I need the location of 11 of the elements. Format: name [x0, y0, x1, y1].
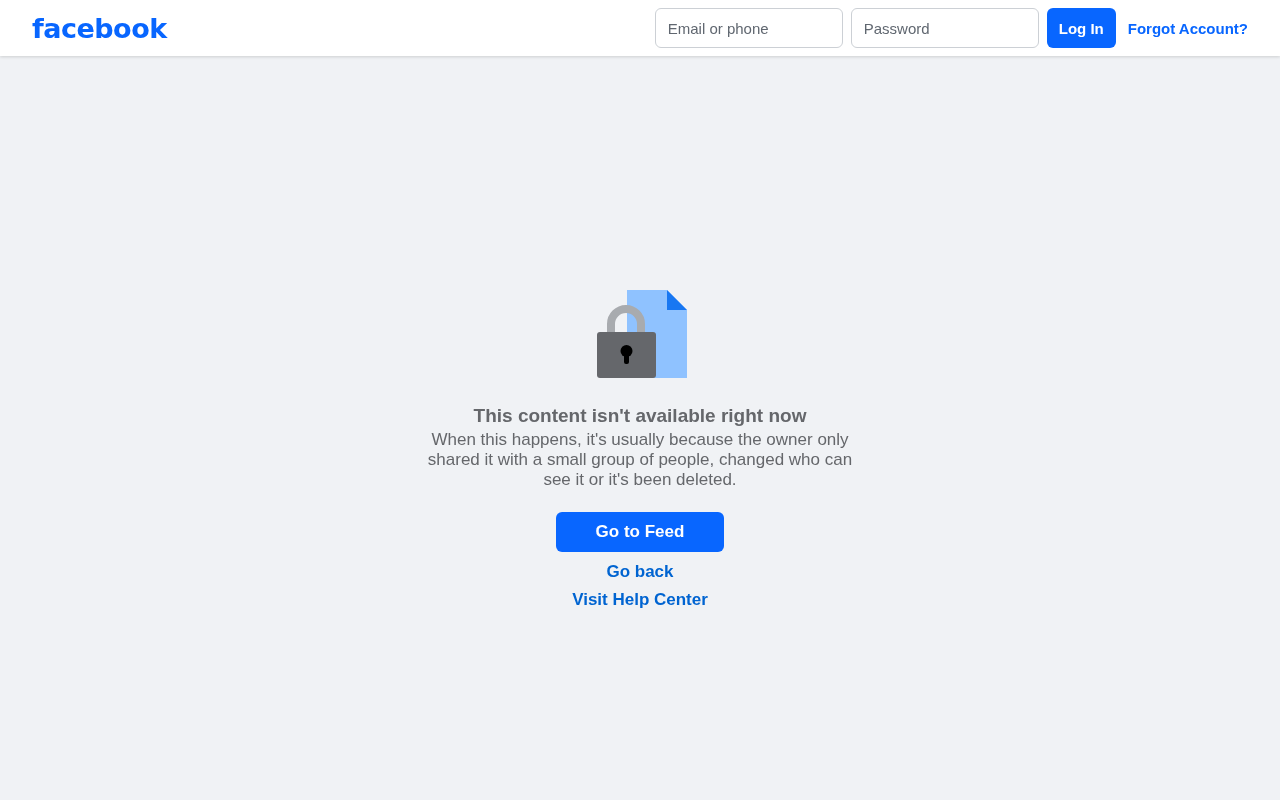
message-title: This content isn't available right now [473, 404, 807, 428]
text-link[interactable]: Visit Help Center [572, 590, 708, 610]
locked-document-icon [597, 288, 689, 378]
logo[interactable]: facebook [32, 12, 167, 44]
message-text: When this happens, it's usually because the owner only shared it with a small group of people, changed who can see it or it's been deleted. [426, 430, 854, 490]
forgot-account-link[interactable]: Forgot Account? [1127, 19, 1248, 37]
login-button[interactable]: Log In [1046, 8, 1116, 48]
go-to-feed-button[interactable]: Go to Feed [556, 512, 724, 552]
password-field[interactable]: Password [850, 8, 1039, 48]
email-field[interactable]: Email or phone [654, 8, 843, 48]
text-link[interactable]: Go back [606, 562, 674, 582]
